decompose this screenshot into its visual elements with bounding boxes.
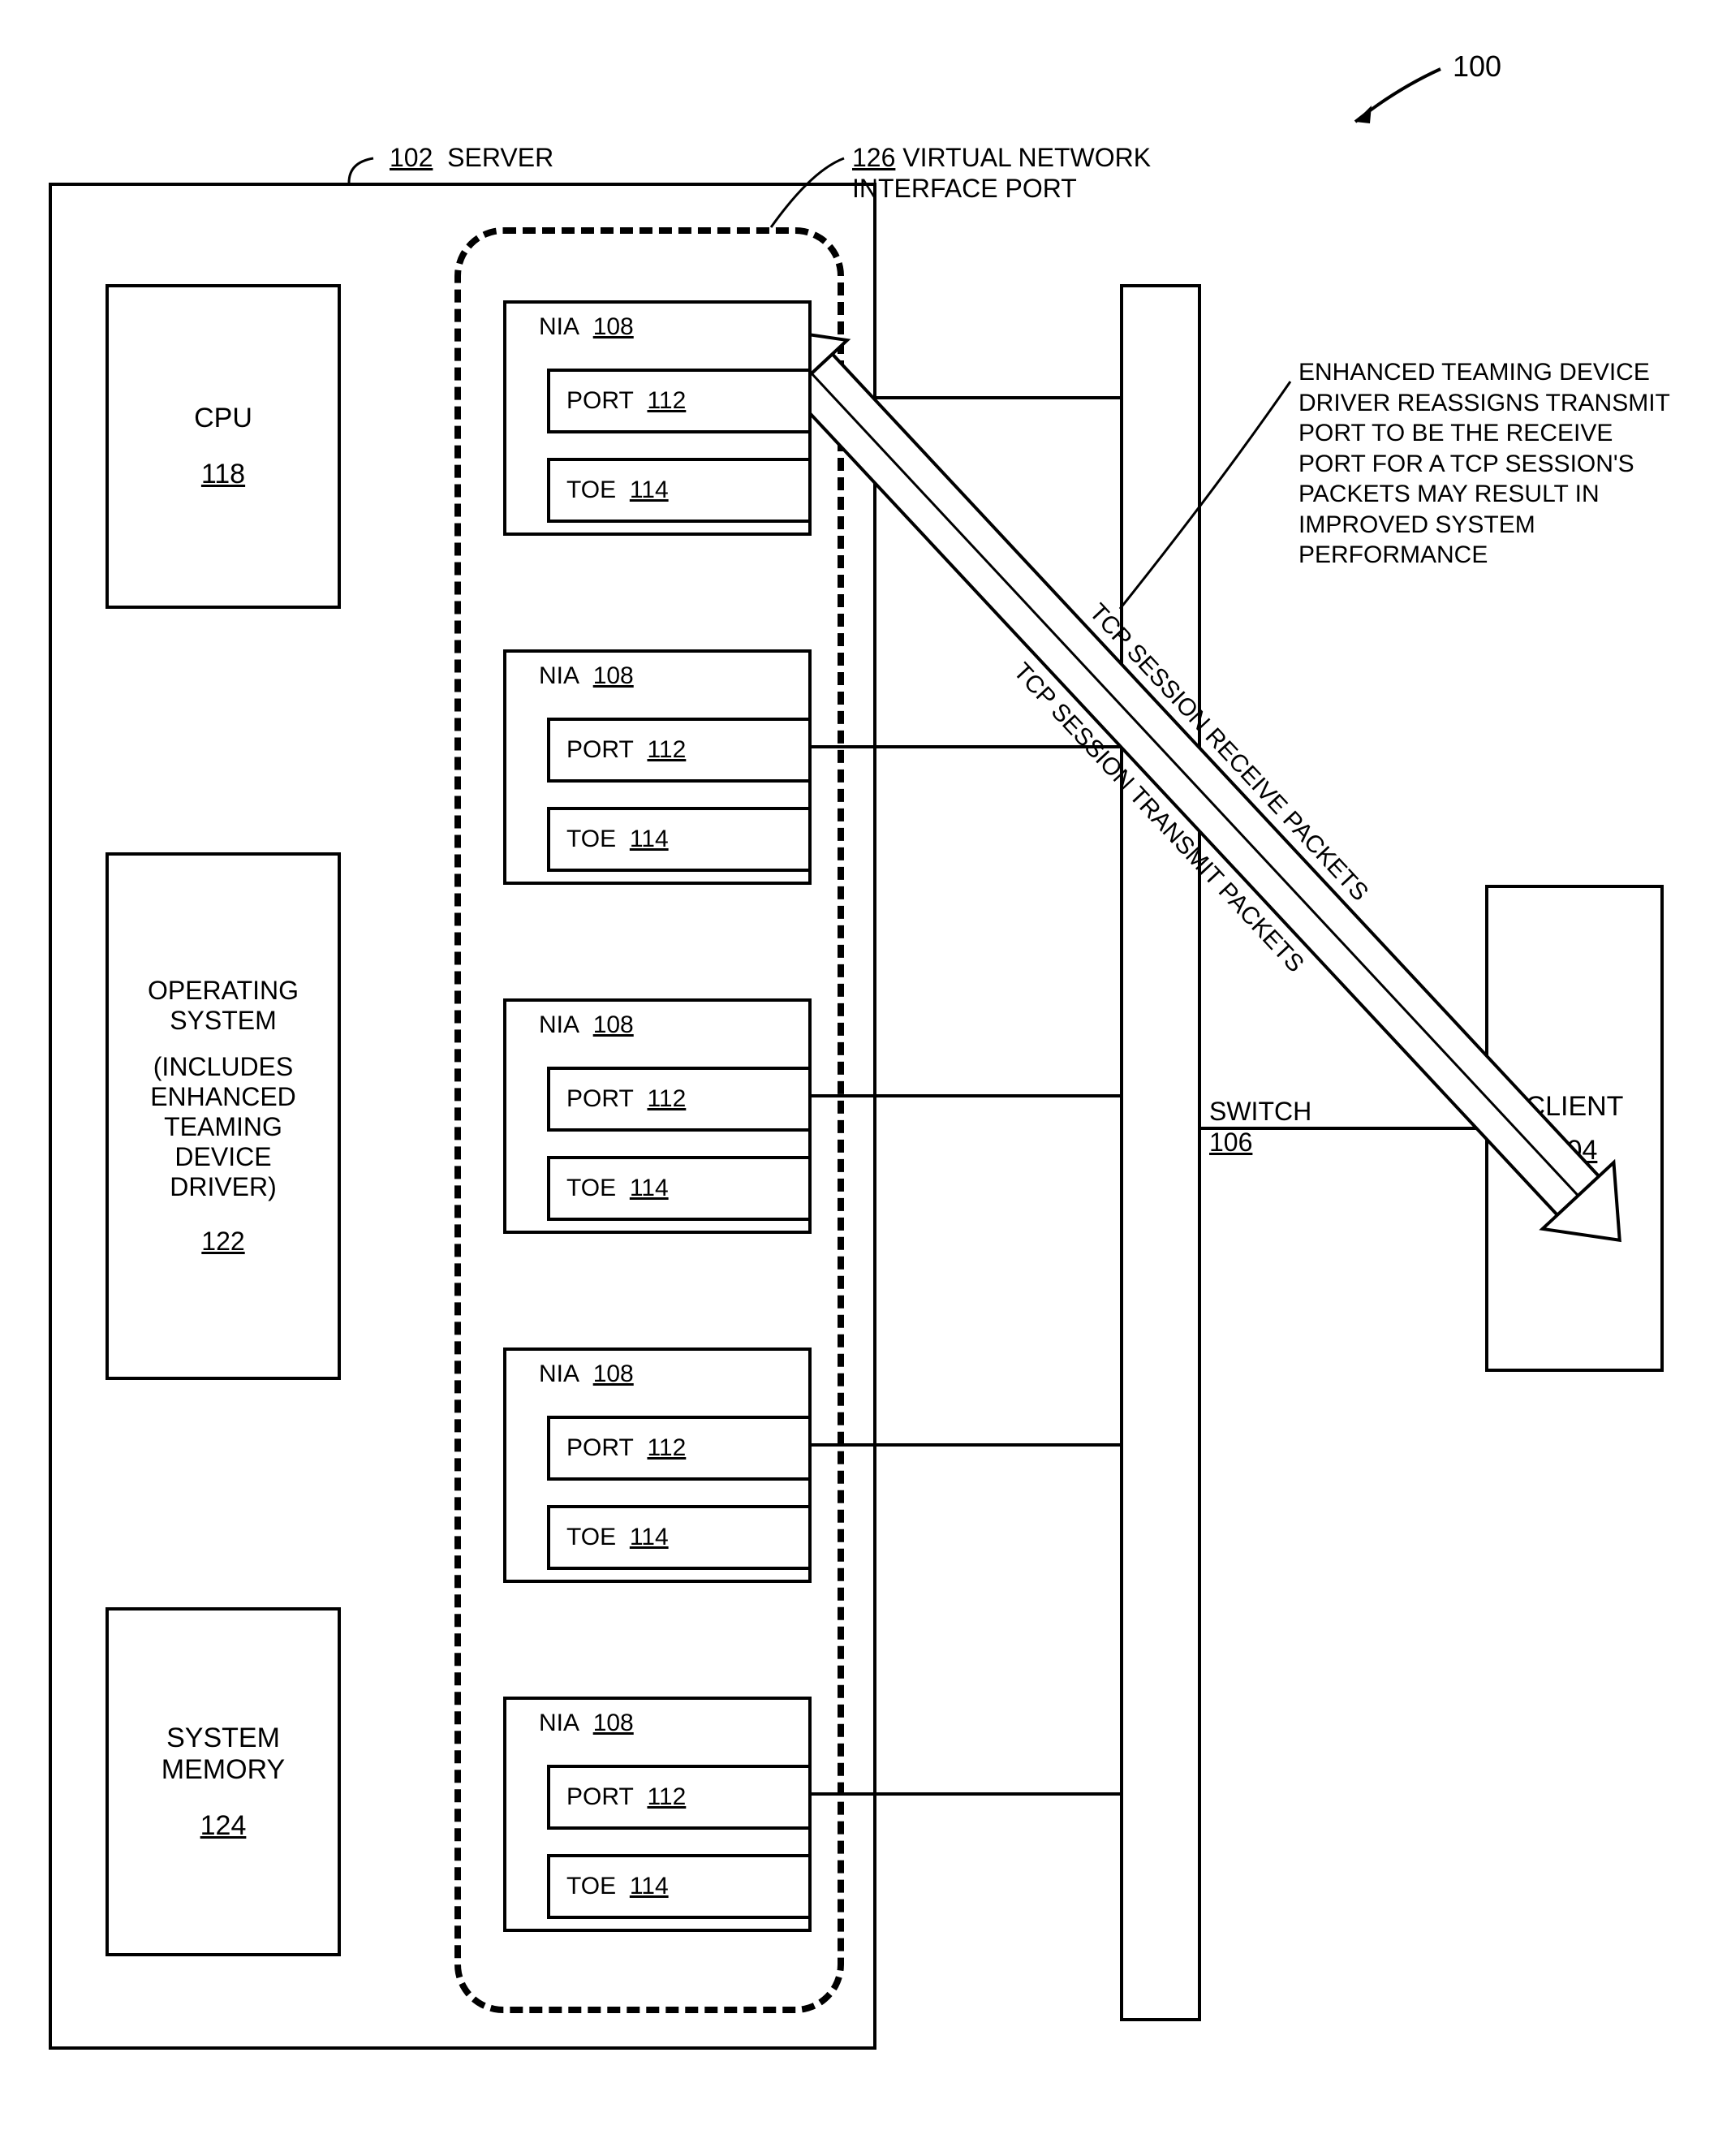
figure-ref: 100 <box>1453 49 1501 84</box>
port-box: PORT 112 <box>547 718 812 783</box>
nia-label: NIA 108 <box>506 1700 808 1737</box>
nia-box: NIA 108 PORT 112 TOE 114 <box>503 649 812 885</box>
client-box: CLIENT 104 <box>1485 885 1664 1372</box>
vnip-label: 126 VIRTUAL NETWORK INTERFACE PORT <box>852 142 1225 205</box>
toe-box: TOE 114 <box>547 1505 812 1570</box>
nia-label: NIA 108 <box>506 304 808 341</box>
port-box: PORT 112 <box>547 369 812 433</box>
client-ref: 104 <box>1552 1135 1598 1166</box>
toe-box: TOE 114 <box>547 458 812 523</box>
nia-box: NIA 108 PORT 112 TOE 114 <box>503 1348 812 1583</box>
os-box: OPERATING SYSTEM (INCLUDES ENHANCED TEAM… <box>106 852 341 1380</box>
toe-box: TOE 114 <box>547 807 812 872</box>
nia-label: NIA 108 <box>506 1002 808 1039</box>
switch-label: SWITCH106 <box>1209 1096 1339 1158</box>
callout-text: ENHANCED TEAMING DEVICE DRIVER REASSIGNS… <box>1298 357 1680 571</box>
nia-box: NIA 108 PORT 112 TOE 114 <box>503 998 812 1234</box>
switch-box <box>1120 284 1201 2021</box>
mem-label: SYSTEM MEMORY <box>109 1723 338 1786</box>
cpu-box: CPU 118 <box>106 284 341 609</box>
os-label1: OPERATING SYSTEM <box>125 976 321 1036</box>
cpu-label: CPU <box>194 403 252 434</box>
cpu-ref: 118 <box>201 459 245 490</box>
toe-box: TOE 114 <box>547 1854 812 1919</box>
mem-box: SYSTEM MEMORY 124 <box>106 1607 341 1956</box>
nia-box: NIA 108 PORT 112 TOE 114 <box>503 300 812 536</box>
nia-box: NIA 108 PORT 112 TOE 114 <box>503 1697 812 1932</box>
nia-label: NIA 108 <box>506 653 808 690</box>
port-box: PORT 112 <box>547 1765 812 1830</box>
port-box: PORT 112 <box>547 1416 812 1481</box>
nia-label: NIA 108 <box>506 1351 808 1388</box>
client-label: CLIENT <box>1526 1091 1624 1123</box>
os-ref: 122 <box>201 1227 244 1257</box>
server-label: 102 SERVER <box>390 142 553 173</box>
toe-box: TOE 114 <box>547 1156 812 1221</box>
os-label2: (INCLUDES ENHANCED TEAMING DEVICE DRIVER… <box>125 1052 321 1202</box>
port-box: PORT 112 <box>547 1067 812 1132</box>
mem-ref: 124 <box>200 1810 247 1842</box>
